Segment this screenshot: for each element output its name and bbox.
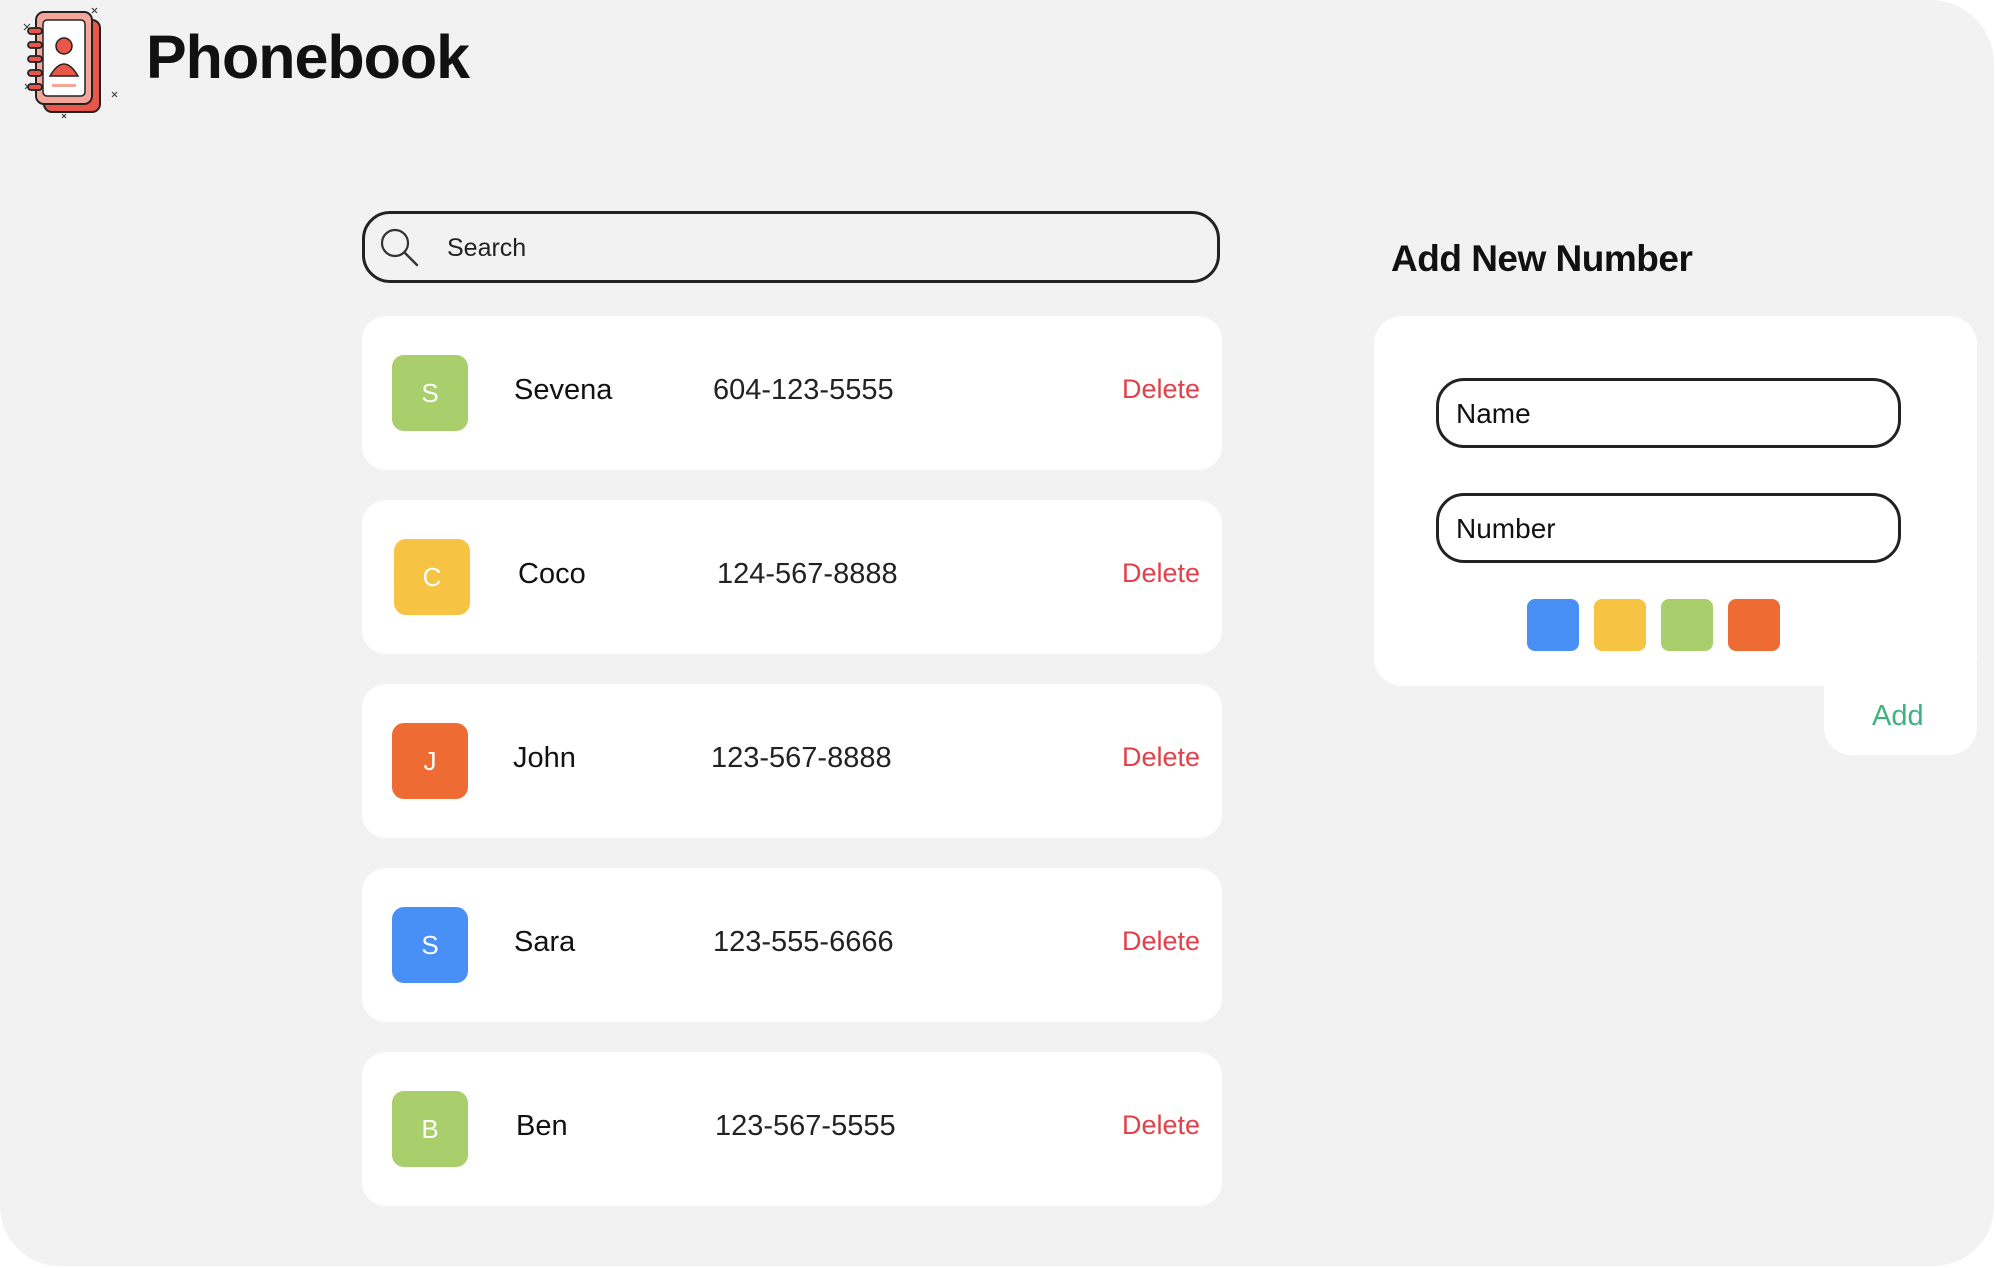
contact-card: S Sevena 604-123-5555 Delete — [362, 316, 1222, 470]
contact-number: 124-567-8888 — [717, 558, 898, 590]
add-form-title: Add New Number — [1391, 238, 1693, 279]
number-input[interactable] — [1454, 506, 1878, 552]
contact-number: 604-123-5555 — [713, 374, 894, 406]
name-input[interactable] — [1454, 391, 1878, 437]
contact-name: Ben — [516, 1110, 568, 1142]
number-field[interactable] — [1436, 493, 1901, 563]
delete-button[interactable]: Delete — [1122, 558, 1200, 589]
app-window: Phonebook S Sevena 604-123-5555 Delete C… — [0, 0, 1994, 1266]
contact-name: Coco — [518, 558, 586, 590]
contact-card: J John 123-567-8888 Delete — [362, 684, 1222, 838]
delete-button[interactable]: Delete — [1122, 742, 1200, 773]
add-button[interactable]: Add — [1872, 700, 1924, 733]
contact-card: B Ben 123-567-5555 Delete — [362, 1052, 1222, 1206]
delete-button[interactable]: Delete — [1122, 1110, 1200, 1141]
contact-card: C Coco 124-567-8888 Delete — [362, 500, 1222, 654]
contact-avatar: J — [392, 723, 468, 799]
color-swatch-orange[interactable] — [1728, 599, 1780, 651]
search-input[interactable] — [445, 224, 1189, 272]
contact-number: 123-567-5555 — [715, 1110, 896, 1142]
contact-number: 123-555-6666 — [713, 926, 894, 958]
color-swatch-blue[interactable] — [1527, 599, 1579, 651]
name-field[interactable] — [1436, 378, 1901, 448]
contact-avatar: C — [394, 539, 470, 615]
search-bar[interactable] — [362, 211, 1220, 283]
contact-name: John — [513, 742, 576, 774]
contact-avatar: S — [392, 355, 468, 431]
contact-avatar: B — [392, 1091, 468, 1167]
color-swatch-green[interactable] — [1661, 599, 1713, 651]
delete-button[interactable]: Delete — [1122, 374, 1200, 405]
contact-list: S Sevena 604-123-5555 Delete C Coco 124-… — [362, 316, 1222, 1236]
contact-name: Sevena — [514, 374, 613, 406]
app-title: Phonebook — [146, 23, 470, 91]
color-picker — [1527, 599, 1780, 651]
contact-card: S Sara 123-555-6666 Delete — [362, 868, 1222, 1022]
phonebook-logo-icon — [23, 7, 118, 119]
contact-number: 123-567-8888 — [711, 742, 892, 774]
search-icon — [380, 228, 419, 267]
delete-button[interactable]: Delete — [1122, 926, 1200, 957]
color-swatch-yellow[interactable] — [1594, 599, 1646, 651]
contact-avatar: S — [392, 907, 468, 983]
contact-name: Sara — [514, 926, 576, 958]
